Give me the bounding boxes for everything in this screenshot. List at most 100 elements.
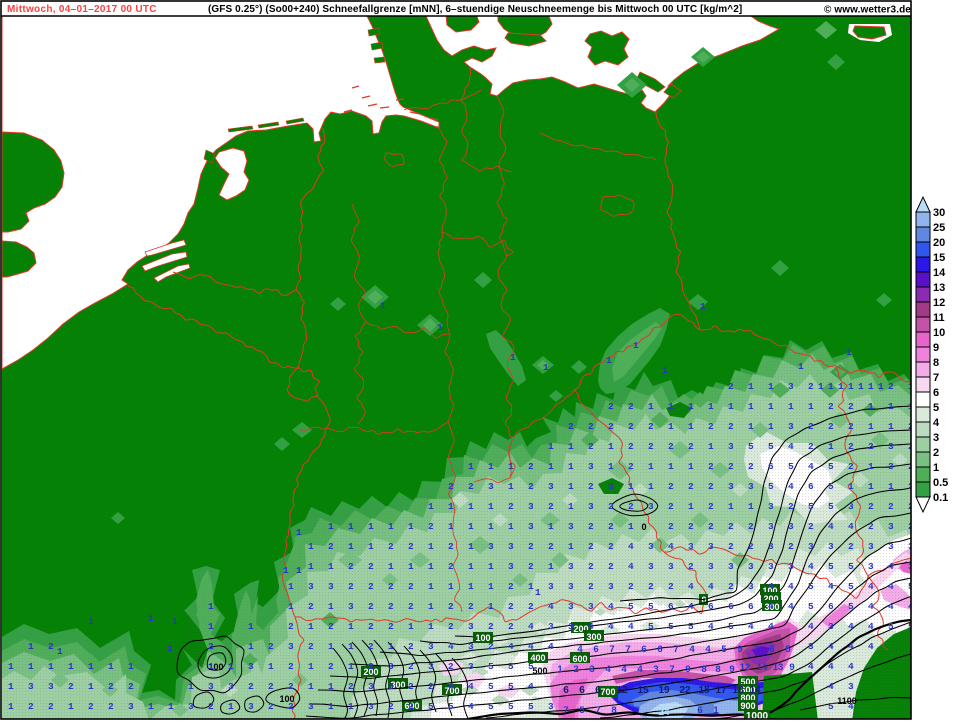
svg-text:1: 1 bbox=[606, 355, 626, 366]
svg-text:13: 13 bbox=[773, 662, 784, 673]
svg-text:11121131211122265452132: 11121131211122265452132 bbox=[468, 461, 928, 472]
svg-text:1 12132221221224334556466644: 1 12132221221224334556466644565444 bbox=[208, 601, 928, 612]
svg-text:1: 1 bbox=[437, 322, 457, 333]
svg-text:6: 6 bbox=[657, 644, 662, 655]
svg-text:Mittwoch, 04–01–2017 00 UTC: Mittwoch, 04–01–2017 00 UTC bbox=[7, 4, 157, 15]
svg-text:14: 14 bbox=[757, 662, 768, 673]
svg-text:112211121132132243323333345534: 1122111211321322433233333455343 bbox=[308, 561, 928, 572]
svg-text:2: 2 bbox=[573, 664, 578, 675]
svg-text:1: 1 bbox=[296, 527, 316, 538]
svg-text:22: 22 bbox=[679, 685, 691, 696]
svg-text:4: 4 bbox=[933, 417, 940, 429]
svg-text:3: 3 bbox=[933, 432, 939, 444]
svg-text:133222211112133232224423445454: 13322221111213323222442344545445 bbox=[288, 581, 928, 592]
svg-text:15: 15 bbox=[933, 252, 945, 264]
svg-text:18: 18 bbox=[698, 685, 710, 696]
svg-text:8: 8 bbox=[715, 664, 720, 675]
svg-text:8: 8 bbox=[611, 705, 616, 716]
svg-text:1111121111313221 2222233244232: 1111121111313221 2222233244232 bbox=[328, 521, 928, 532]
svg-text:8: 8 bbox=[701, 664, 706, 675]
svg-text:7: 7 bbox=[563, 705, 568, 716]
svg-text:12: 12 bbox=[933, 297, 945, 309]
svg-text:1111232132232121132553222: 1111232132232121132553222 bbox=[428, 501, 928, 512]
svg-text:1: 1 bbox=[662, 365, 682, 376]
svg-text:2: 2 bbox=[933, 447, 939, 459]
svg-text:4: 4 bbox=[637, 664, 643, 675]
svg-text:12: 12 bbox=[740, 662, 751, 673]
svg-text:24: 24 bbox=[658, 707, 670, 718]
svg-text:9: 9 bbox=[685, 664, 690, 675]
svg-text:2211111111122111: 2211111111122111 bbox=[608, 401, 928, 412]
svg-text:1: 1 bbox=[933, 462, 939, 474]
svg-text:14: 14 bbox=[933, 267, 946, 279]
svg-text:19: 19 bbox=[658, 685, 670, 696]
svg-text:4: 4 bbox=[605, 664, 611, 675]
svg-text:8: 8 bbox=[933, 357, 939, 369]
svg-text:4: 4 bbox=[689, 644, 695, 655]
svg-text:© www.wetter3.de: © www.wetter3.de bbox=[824, 5, 911, 16]
svg-text:7: 7 bbox=[673, 644, 678, 655]
svg-text:9: 9 bbox=[789, 662, 794, 673]
svg-text:18: 18 bbox=[732, 685, 744, 696]
svg-text:1: 1 bbox=[748, 381, 768, 392]
svg-text:223123123112223354651112: 223123123112223354651112 bbox=[448, 481, 928, 492]
svg-text:7: 7 bbox=[753, 644, 758, 655]
svg-text:4: 4 bbox=[577, 644, 583, 655]
svg-text:7: 7 bbox=[609, 644, 614, 655]
svg-text:1: 1 bbox=[798, 361, 818, 372]
svg-text:1: 1 bbox=[633, 340, 653, 351]
svg-text:0.5: 0.5 bbox=[933, 477, 948, 489]
svg-text:1: 1 bbox=[172, 616, 192, 627]
svg-text:121122121332212243433223233233: 1211221213322122434332232332333 bbox=[308, 541, 928, 552]
svg-text:1: 1 bbox=[510, 352, 530, 363]
svg-text:4: 4 bbox=[705, 644, 711, 655]
svg-text:6: 6 bbox=[769, 644, 774, 655]
svg-text:1: 1 bbox=[846, 347, 866, 358]
svg-text:1: 1 bbox=[768, 381, 788, 392]
svg-text:6: 6 bbox=[593, 644, 598, 655]
svg-text:3: 3 bbox=[788, 381, 808, 392]
svg-text:1221223113213223113225545553: 1221223113213223113225545553 54 bbox=[8, 701, 868, 712]
svg-text:3: 3 bbox=[653, 664, 658, 675]
svg-text:1: 1 bbox=[148, 613, 168, 624]
svg-text:0.1: 0.1 bbox=[933, 492, 948, 504]
svg-text:7: 7 bbox=[669, 664, 674, 675]
svg-text:30: 30 bbox=[933, 207, 945, 219]
svg-text:1: 1 bbox=[88, 616, 108, 627]
svg-text:12 2 1232112123432444: 12 2 1232112123432444 3444 bbox=[28, 641, 888, 652]
svg-text:5: 5 bbox=[785, 644, 791, 655]
svg-text:7: 7 bbox=[595, 705, 600, 716]
svg-text:3: 3 bbox=[589, 664, 594, 675]
svg-text:12: 12 bbox=[616, 685, 628, 696]
svg-text:10: 10 bbox=[933, 327, 945, 339]
svg-text:6: 6 bbox=[579, 685, 585, 696]
svg-text:1: 1 bbox=[167, 643, 187, 654]
svg-text:7: 7 bbox=[933, 372, 939, 384]
svg-text:14: 14 bbox=[749, 685, 761, 696]
svg-text:1: 1 bbox=[700, 301, 720, 312]
svg-text:(GFS 0.25°) (So00+240) Schnee: (GFS 0.25°) (So00+240) Schneefallgrenze … bbox=[208, 4, 742, 15]
svg-text:1: 1 bbox=[535, 587, 555, 598]
svg-text:2: 2 bbox=[888, 381, 908, 392]
svg-text:11: 11 bbox=[933, 312, 945, 324]
svg-text:5: 5 bbox=[579, 705, 585, 716]
svg-text:25: 25 bbox=[933, 222, 945, 234]
svg-text:9: 9 bbox=[737, 644, 742, 655]
svg-text:7: 7 bbox=[625, 644, 630, 655]
svg-text:17: 17 bbox=[715, 685, 727, 696]
svg-text:4: 4 bbox=[621, 664, 627, 675]
svg-text:6: 6 bbox=[697, 705, 702, 716]
svg-text:222221122113222112: 222221122113222112 bbox=[568, 421, 928, 432]
svg-text:5: 5 bbox=[721, 644, 727, 655]
svg-text:15: 15 bbox=[637, 685, 649, 696]
svg-text:1: 1 bbox=[380, 300, 400, 311]
svg-text:1: 1 bbox=[296, 565, 316, 576]
svg-text:5: 5 bbox=[933, 402, 939, 414]
svg-text:6: 6 bbox=[595, 685, 601, 696]
svg-text:1: 1 bbox=[57, 646, 77, 657]
svg-text:1: 1 bbox=[543, 362, 563, 373]
svg-text:6: 6 bbox=[641, 644, 646, 655]
svg-text:6: 6 bbox=[563, 685, 569, 696]
svg-text:9: 9 bbox=[933, 342, 939, 354]
svg-text:13: 13 bbox=[933, 282, 945, 294]
